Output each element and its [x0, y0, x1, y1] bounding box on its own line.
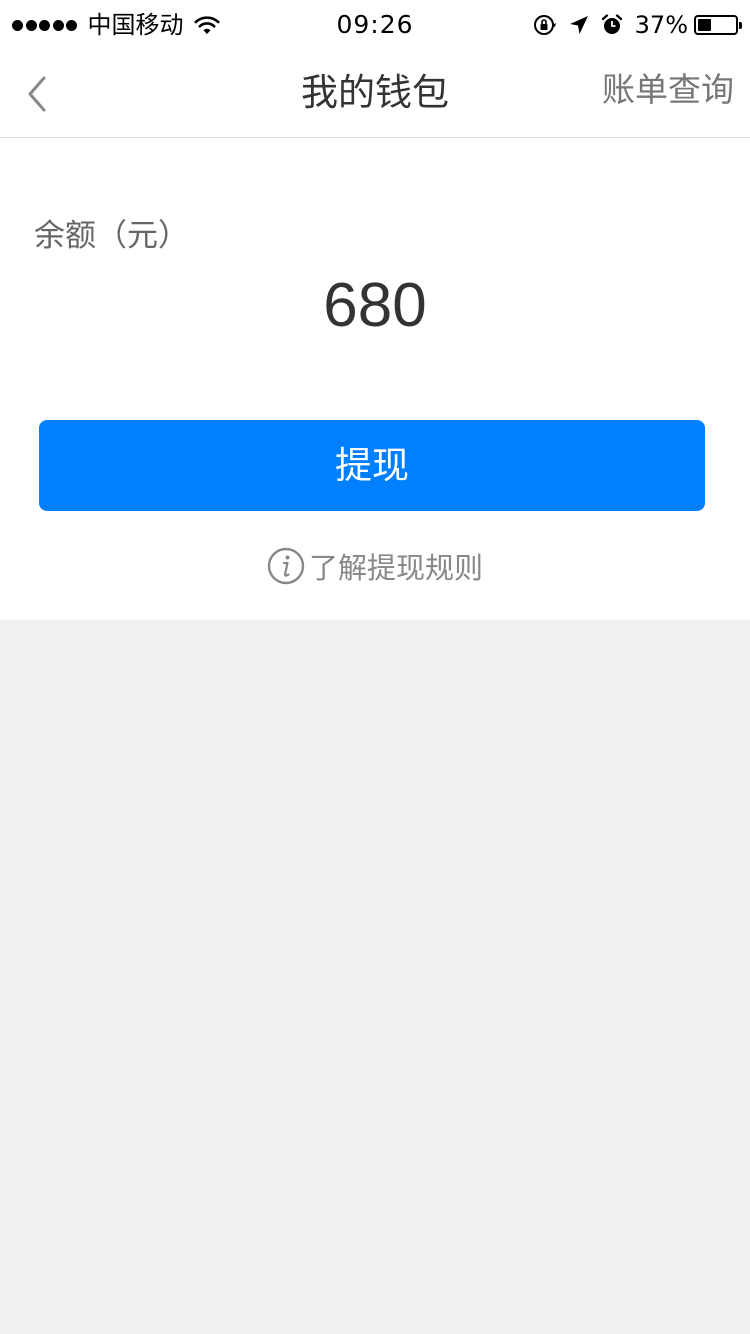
wallet-card: 余额（元） 680 提现 了解提现规则 — [0, 138, 750, 620]
balance-amount: 680 — [323, 271, 427, 340]
rotation-lock-icon — [533, 15, 556, 35]
info-icon — [267, 547, 305, 585]
withdraw-rules-label: 了解提现规则 — [308, 551, 483, 585]
location-arrow-icon — [569, 16, 588, 34]
battery-icon — [694, 15, 742, 35]
balance-label: 余额（元） — [34, 218, 189, 254]
bill-query-button[interactable]: 账单查询 — [602, 50, 734, 130]
status-bar: 中国移动 09:26 37% — [0, 0, 750, 50]
battery-percent: 37% — [634, 11, 688, 39]
battery-level-fill — [698, 19, 711, 31]
alarm-icon — [601, 14, 622, 34]
navigation-bar: 我的钱包 账单查询 — [0, 50, 750, 138]
battery-cap — [739, 22, 742, 29]
withdraw-button[interactable]: 提现 — [39, 420, 705, 511]
screen: 中国移动 09:26 37% 我的钱包 账单查询 余额（元） 680 提现 了解… — [0, 0, 750, 1334]
status-right: 37% — [533, 0, 742, 50]
withdraw-rules-link[interactable]: 了解提现规则 — [0, 546, 750, 586]
